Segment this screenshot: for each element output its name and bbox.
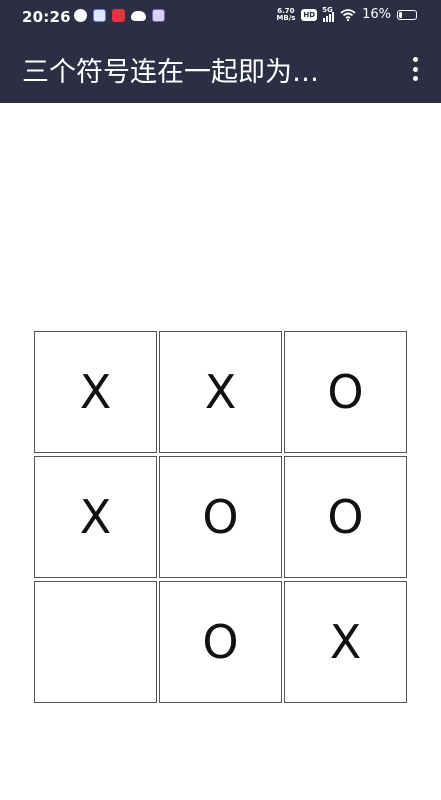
- wifi-icon: [340, 8, 356, 21]
- battery-icon: [397, 9, 417, 20]
- cellular-signal-icon: 5G: [322, 5, 335, 22]
- baidu-netdisk-icon: [93, 9, 106, 22]
- app-title: 三个符号连在一起即为…: [22, 57, 319, 88]
- board-cell-2[interactable]: X: [159, 331, 282, 453]
- notification-icons: [74, 9, 165, 22]
- status-time: 20:26: [22, 8, 71, 26]
- network-speed-unit: MB/s: [276, 13, 296, 22]
- board-cell-6[interactable]: O: [284, 456, 407, 578]
- battery-level-fill: [399, 11, 402, 18]
- more-vert-icon[interactable]: [403, 56, 427, 82]
- network-speed: 6.70 MB/s: [276, 7, 296, 22]
- heart-app-icon: [112, 9, 125, 22]
- board-cell-5[interactable]: O: [159, 456, 282, 578]
- board-cell-1[interactable]: X: [34, 331, 157, 453]
- hd-badge: HD: [301, 8, 318, 21]
- status-right-cluster: 6.70 MB/s HD 5G 16%: [276, 5, 417, 22]
- top-app-bar: 20:26 6.70 MB/s HD 5G 16% 三个符号连在一起即为…: [0, 0, 441, 103]
- board-cell-7[interactable]: [34, 581, 157, 703]
- app-screen: 20:26 6.70 MB/s HD 5G 16% 三个符号连在一起即为… X …: [0, 0, 441, 800]
- app-icon: [74, 9, 87, 22]
- board-cell-8[interactable]: O: [159, 581, 282, 703]
- board-cell-4[interactable]: X: [34, 456, 157, 578]
- tic-tac-toe-board: X X O X O O O X: [34, 331, 408, 704]
- board-cell-9[interactable]: X: [284, 581, 407, 703]
- battery-percentage: 16%: [362, 7, 391, 22]
- status-bar: 20:26 6.70 MB/s HD 5G 16%: [0, 0, 441, 34]
- board-cell-3[interactable]: O: [284, 331, 407, 453]
- browser-icon: [152, 9, 165, 22]
- network-type-label: 5G: [322, 5, 333, 14]
- weather-icon: [131, 10, 146, 21]
